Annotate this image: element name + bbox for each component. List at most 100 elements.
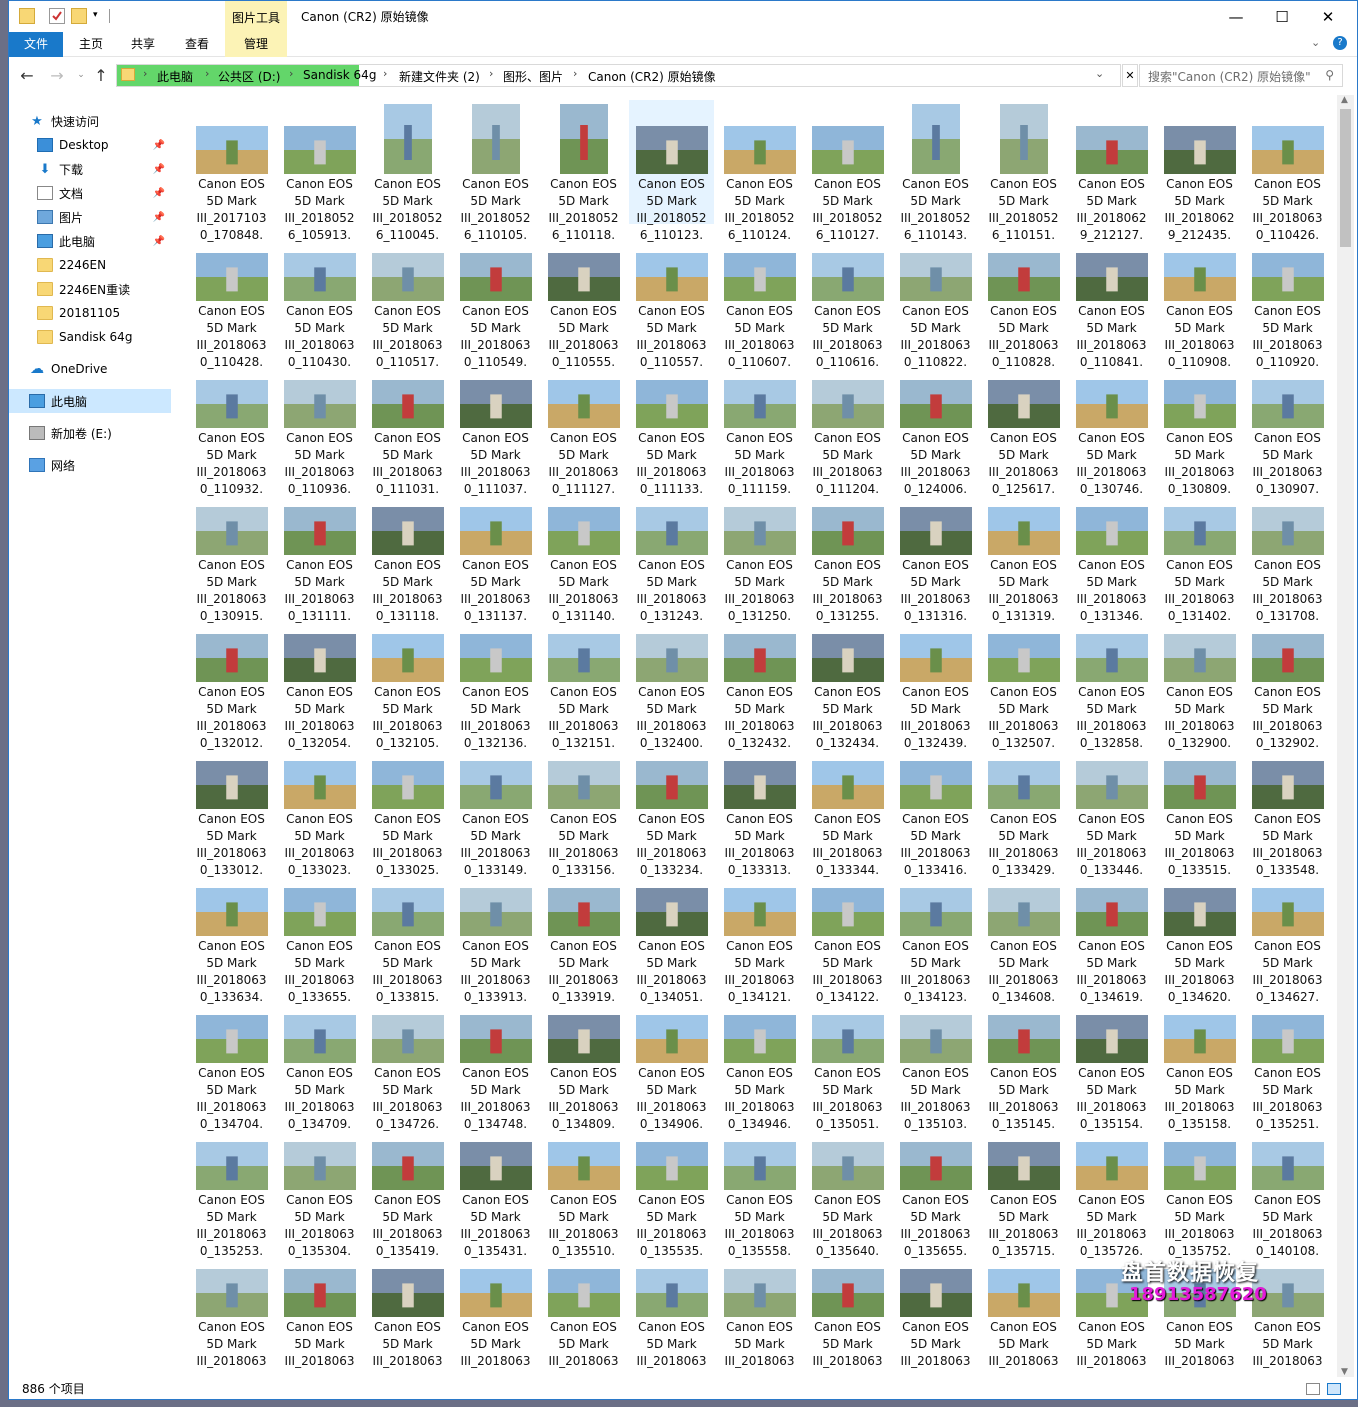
file-item[interactable]: Canon EOS 5D Mark III_2018063 0_133429.: [981, 735, 1066, 877]
close-button[interactable]: ✕: [1305, 1, 1351, 32]
tab-file[interactable]: 文件: [9, 32, 63, 57]
file-item[interactable]: Canon EOS 5D Mark III_2018052 6_110105.: [453, 100, 538, 242]
file-item[interactable]: Canon EOS 5D Mark III_2018063 0_110822.: [893, 227, 978, 369]
file-item[interactable]: Canon EOS 5D Mark III_2018063 0_124006.: [893, 354, 978, 496]
file-item[interactable]: Canon EOS 5D Mark III_2018063 0_130809.: [1157, 354, 1242, 496]
nav-item[interactable]: 网络: [9, 453, 171, 477]
breadcrumb-new-folder[interactable]: 新建文件夹 (2): [399, 68, 480, 85]
file-item[interactable]: Canon EOS 5D Mark III_2018052 6_110127.: [805, 100, 890, 242]
file-item[interactable]: Canon EOS 5D Mark III_2018052 6_110123.: [629, 100, 714, 242]
file-item[interactable]: Canon EOS 5D Mark III_2018063 0_135726.: [1069, 1116, 1154, 1258]
nav-item[interactable]: 20181105: [9, 301, 171, 325]
tab-share[interactable]: 共享: [121, 32, 165, 57]
file-item[interactable]: Canon EOS 5D Mark III_2018063 0_135715.: [981, 1116, 1066, 1258]
file-item[interactable]: Canon EOS 5D Mark III_2018063 0_134809.: [541, 989, 626, 1131]
file-item[interactable]: Canon EOS 5D Mark III_2018063 0_132434.: [805, 608, 890, 750]
file-item[interactable]: Canon EOS 5D Mark III_2017103 0_170848.: [189, 100, 274, 242]
search-input[interactable]: 搜索"Canon (CR2) 原始镜像" ⚲: [1139, 64, 1343, 87]
nav-item[interactable]: 此电脑 📌: [9, 229, 171, 253]
file-item[interactable]: Canon EOS 5D Mark III_2018063 0_132012.: [189, 608, 274, 750]
scroll-down-icon[interactable]: ▼: [1341, 1367, 1348, 1377]
file-item[interactable]: Canon EOS 5D Mark III_2018063: [277, 1243, 362, 1368]
file-item[interactable]: Canon EOS 5D Mark III_2018063 0_131243.: [629, 481, 714, 623]
file-item[interactable]: Canon EOS 5D Mark III_2018063 0_134946.: [717, 989, 802, 1131]
file-item[interactable]: Canon EOS 5D Mark III_2018063 0_133023.: [277, 735, 362, 877]
breadcrumb-current[interactable]: Canon (CR2) 原始镜像: [588, 68, 716, 85]
file-item[interactable]: Canon EOS 5D Mark III_2018063 0_135558.: [717, 1116, 802, 1258]
file-item[interactable]: Canon EOS 5D Mark III_2018063 0_132432.: [717, 608, 802, 750]
file-item[interactable]: Canon EOS 5D Mark III_2018063 0_110517.: [365, 227, 450, 369]
nav-item[interactable]: ☁ OneDrive: [9, 357, 171, 381]
file-item[interactable]: Canon EOS 5D Mark III_2018063 0_133234.: [629, 735, 714, 877]
nav-item[interactable]: 新加卷 (E:): [9, 421, 171, 445]
file-item[interactable]: Canon EOS 5D Mark III_2018063 0_134619.: [1069, 862, 1154, 1004]
file-item[interactable]: Canon EOS 5D Mark III_2018063 0_132136.: [453, 608, 538, 750]
file-item[interactable]: Canon EOS 5D Mark III_2018063: [189, 1243, 274, 1368]
tab-manage[interactable]: 管理: [225, 32, 287, 57]
file-item[interactable]: Canon EOS 5D Mark III_2018063 0_133634.: [189, 862, 274, 1004]
file-item[interactable]: Canon EOS 5D Mark III_2018063 0_111127.: [541, 354, 626, 496]
nav-item[interactable]: 2246EN重读: [9, 277, 171, 301]
file-item[interactable]: Canon EOS 5D Mark III_2018063: [453, 1243, 538, 1368]
file-item[interactable]: Canon EOS 5D Mark III_2018063 0_132507.: [981, 608, 1066, 750]
file-item[interactable]: Canon EOS 5D Mark III_2018063 0_132105.: [365, 608, 450, 750]
file-item[interactable]: Canon EOS 5D Mark III_2018052 6_110118.: [541, 100, 626, 242]
file-item[interactable]: Canon EOS 5D Mark III_2018063 0_132400.: [629, 608, 714, 750]
file-item[interactable]: Canon EOS 5D Mark III_2018063 0_131708.: [1245, 481, 1330, 623]
file-item[interactable]: Canon EOS 5D Mark III_2018063 0_135158.: [1157, 989, 1242, 1131]
file-item[interactable]: Canon EOS 5D Mark III_2018063 0_111031.: [365, 354, 450, 496]
breadcrumb-graphics[interactable]: 图形、图片: [503, 68, 563, 85]
recent-dropdown-icon[interactable]: ⌄: [71, 65, 91, 85]
file-item[interactable]: Canon EOS 5D Mark III_2018063 0_135251.: [1245, 989, 1330, 1131]
file-item[interactable]: Canon EOS 5D Mark III_2018063 0_133416.: [893, 735, 978, 877]
file-item[interactable]: Canon EOS 5D Mark III_2018063 0_133515.: [1157, 735, 1242, 877]
file-item[interactable]: Canon EOS 5D Mark III_2018063 0_110549.: [453, 227, 538, 369]
file-item[interactable]: Canon EOS 5D Mark III_2018063 0_133815.: [365, 862, 450, 1004]
file-item[interactable]: Canon EOS 5D Mark III_2018063 0_110841.: [1069, 227, 1154, 369]
file-item[interactable]: Canon EOS 5D Mark III_2018063 0_111037.: [453, 354, 538, 496]
breadcrumb-this-pc[interactable]: 此电脑: [157, 68, 193, 85]
maximize-button[interactable]: ☐: [1259, 1, 1305, 32]
file-item[interactable]: Canon EOS 5D Mark III_2018063 0_134608.: [981, 862, 1066, 1004]
file-item[interactable]: Canon EOS 5D Mark III_2018063 0_134704.: [189, 989, 274, 1131]
new-folder-icon[interactable]: [71, 8, 87, 24]
tab-home[interactable]: 主页: [69, 32, 113, 57]
file-item[interactable]: Canon EOS 5D Mark III_2018063 0_135510.: [541, 1116, 626, 1258]
file-item[interactable]: Canon EOS 5D Mark III_2018063 0_110607.: [717, 227, 802, 369]
details-view-icon[interactable]: [1306, 1383, 1320, 1395]
file-item[interactable]: Canon EOS 5D Mark III_2018063 0_140108.: [1245, 1116, 1330, 1258]
file-item[interactable]: Canon EOS 5D Mark III_2018063 0_133913.: [453, 862, 538, 1004]
file-item[interactable]: Canon EOS 5D Mark III_2018052 6_110045.: [365, 100, 450, 242]
file-item[interactable]: Canon EOS 5D Mark III_2018063 0_133025.: [365, 735, 450, 877]
file-item[interactable]: Canon EOS 5D Mark III_2018063 0_111159.: [717, 354, 802, 496]
file-item[interactable]: Canon EOS 5D Mark III_2018063 0_132439.: [893, 608, 978, 750]
file-item[interactable]: Canon EOS 5D Mark III_2018063 0_131316.: [893, 481, 978, 623]
up-button[interactable]: ↑: [91, 65, 111, 85]
file-item[interactable]: Canon EOS 5D Mark III_2018063 0_132858.: [1069, 608, 1154, 750]
nav-item[interactable]: 文档 📌: [9, 181, 171, 205]
file-item[interactable]: Canon EOS 5D Mark III_2018063 0_135431.: [453, 1116, 538, 1258]
nav-item[interactable]: 2246EN: [9, 253, 171, 277]
file-item[interactable]: Canon EOS 5D Mark III_2018063: [805, 1243, 890, 1368]
file-item[interactable]: Canon EOS 5D Mark III_2018063 0_133655.: [277, 862, 362, 1004]
file-item[interactable]: Canon EOS 5D Mark III_2018063 0_135051.: [805, 989, 890, 1131]
file-item[interactable]: Canon EOS 5D Mark III_2018063 0_132054.: [277, 608, 362, 750]
file-item[interactable]: Canon EOS 5D Mark III_2018063 0_131137.: [453, 481, 538, 623]
file-item[interactable]: Canon EOS 5D Mark III_2018063 0_134726.: [365, 989, 450, 1131]
ribbon-expand-icon[interactable]: ⌄: [1311, 36, 1320, 49]
breadcrumb-drive-d[interactable]: 公共区 (D:): [218, 68, 280, 85]
file-item[interactable]: Canon EOS 5D Mark III_2018063 0_135640.: [805, 1116, 890, 1258]
file-item[interactable]: Canon EOS 5D Mark III_2018063 0_132900.: [1157, 608, 1242, 750]
nav-item[interactable]: ★ 快速访问: [9, 109, 171, 133]
file-item[interactable]: Canon EOS 5D Mark III_2018063 0_134122.: [805, 862, 890, 1004]
file-item[interactable]: Canon EOS 5D Mark III_2018063: [717, 1243, 802, 1368]
tab-view[interactable]: 查看: [175, 32, 219, 57]
file-item[interactable]: Canon EOS 5D Mark III_2018063 0_134123.: [893, 862, 978, 1004]
file-item[interactable]: Canon EOS 5D Mark III_2018063 0_133919.: [541, 862, 626, 1004]
file-item[interactable]: Canon EOS 5D Mark III_2018063 0_133149.: [453, 735, 538, 877]
file-item[interactable]: Canon EOS 5D Mark III_2018063 0_131118.: [365, 481, 450, 623]
address-bar[interactable]: › 此电脑 › 公共区 (D:) › Sandisk 64g › 新建文件夹 (…: [116, 64, 1121, 87]
file-item[interactable]: Canon EOS 5D Mark III_2018063 0_131319.: [981, 481, 1066, 623]
file-item[interactable]: Canon EOS 5D Mark III_2018063 0_135154.: [1069, 989, 1154, 1131]
file-item[interactable]: Canon EOS 5D Mark III_2018063 0_110920.: [1245, 227, 1330, 369]
